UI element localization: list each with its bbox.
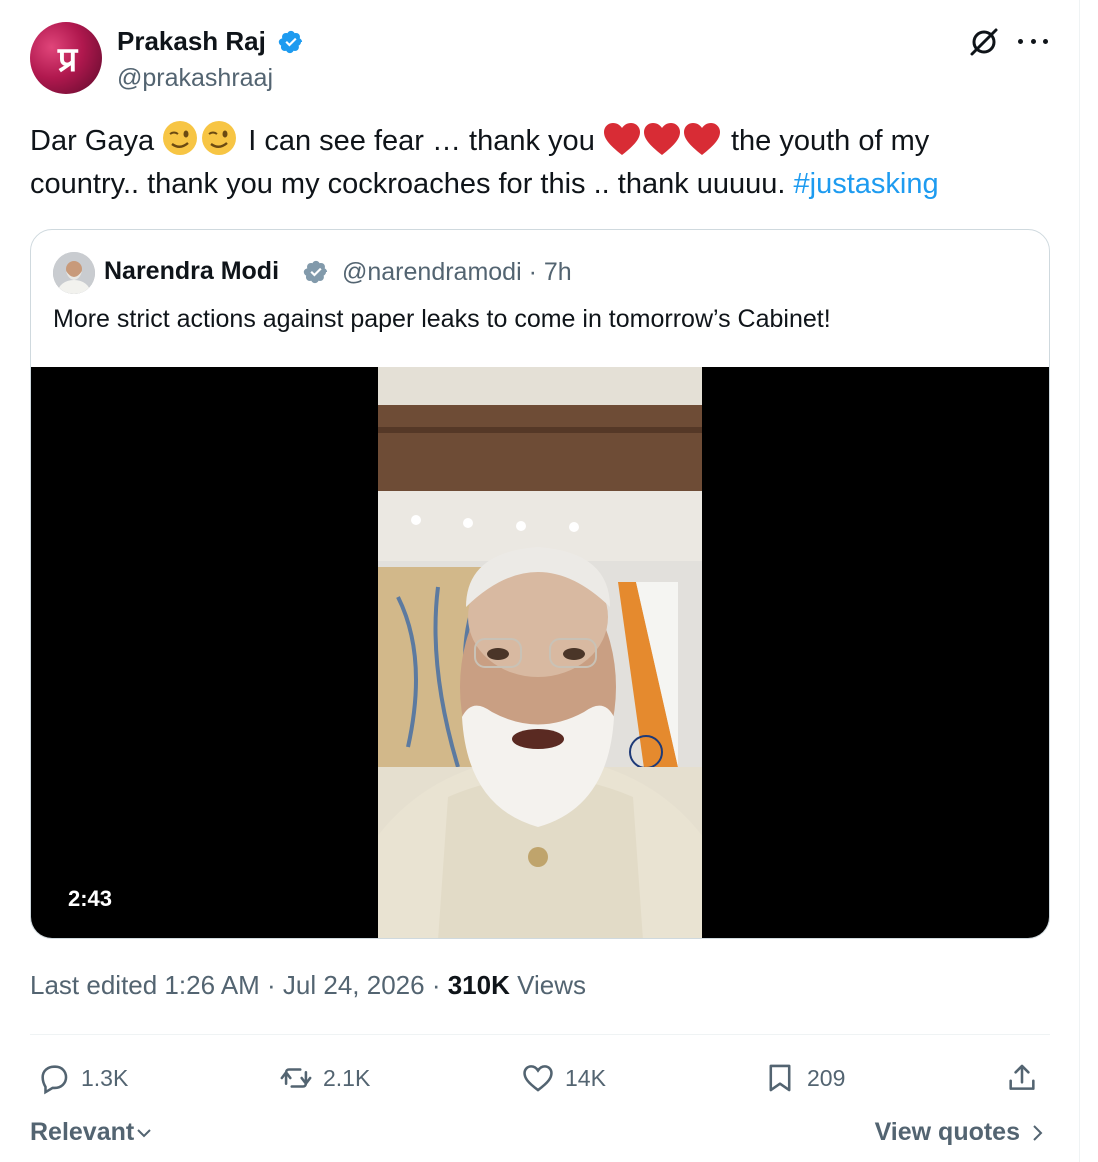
tweet-text: Dar Gaya I can see fear … thank you the … (30, 120, 1030, 206)
video-frame (378, 367, 702, 938)
tweet-meta: Last edited 1:26 AM · Jul 24, 2026 · 310… (30, 970, 586, 1001)
grok-icon[interactable] (968, 26, 1000, 58)
reply-count: 1.3K (81, 1064, 129, 1091)
reply-icon (41, 1065, 68, 1095)
quoted-author-handle-time[interactable]: @narendramodi · 7h (342, 258, 572, 287)
repost-button[interactable]: 2.1K (279, 1058, 370, 1098)
share-button[interactable] (1005, 1058, 1049, 1098)
quoted-author-avatar[interactable] (53, 252, 95, 294)
more-icon[interactable] (1018, 28, 1048, 54)
sort-label: Relevant (30, 1118, 135, 1146)
gray-verified-badge-icon (303, 260, 328, 284)
quoted-tweet-text: More strict actions against paper leaks … (53, 305, 831, 333)
bookmark-button[interactable]: 209 (763, 1058, 845, 1098)
avatar-monogram: प्र (57, 40, 77, 80)
red-heart-emoji-icon (643, 123, 680, 155)
red-heart-emoji-icon (683, 123, 720, 155)
repost-icon (280, 1068, 312, 1088)
verified-badge-icon (278, 30, 303, 54)
tweet-text-part2: I can see fear … thank you (248, 125, 595, 157)
tweet-text-part1: Dar Gaya (30, 125, 155, 157)
views-label: Views (517, 970, 586, 1000)
column-border (1079, 0, 1080, 1162)
edited-timestamp[interactable]: Last edited 1:26 AM · Jul 24, 2026 · (30, 970, 448, 1000)
like-button[interactable]: 14K (521, 1058, 606, 1098)
share-icon (1009, 1064, 1035, 1090)
views-count: 310K (447, 970, 510, 1000)
view-quotes-link[interactable]: View quotes (875, 1118, 1048, 1147)
bookmark-count: 209 (807, 1064, 846, 1091)
author-name[interactable]: Prakash Raj (117, 26, 266, 57)
winking-face-emoji-icon (163, 121, 198, 155)
quoted-tweet-card[interactable]: Narendra Modi @narendramodi · 7h More st… (30, 229, 1050, 939)
repost-count: 2.1K (323, 1064, 371, 1091)
winking-face-emoji-icon (202, 121, 237, 155)
reply-button[interactable]: 1.3K (37, 1058, 128, 1098)
heart-icon (523, 1065, 553, 1092)
author-avatar[interactable]: प्र (30, 22, 102, 94)
video-player[interactable]: 2:43 (31, 367, 1049, 938)
chevron-right-icon (1033, 1124, 1043, 1141)
divider (30, 1034, 1050, 1035)
quoted-author-name[interactable]: Narendra Modi (104, 257, 279, 286)
red-heart-emoji-icon (603, 123, 640, 155)
author-handle[interactable]: @prakashraaj (117, 64, 273, 93)
video-duration: 2:43 (68, 886, 113, 911)
view-quotes-label: View quotes (874, 1118, 1020, 1146)
like-count: 14K (565, 1064, 606, 1091)
sort-replies-dropdown[interactable]: Relevant (30, 1118, 154, 1147)
hashtag-link[interactable]: #justasking (794, 168, 939, 200)
bookmark-icon (769, 1064, 791, 1092)
chevron-down-icon (137, 1128, 151, 1137)
